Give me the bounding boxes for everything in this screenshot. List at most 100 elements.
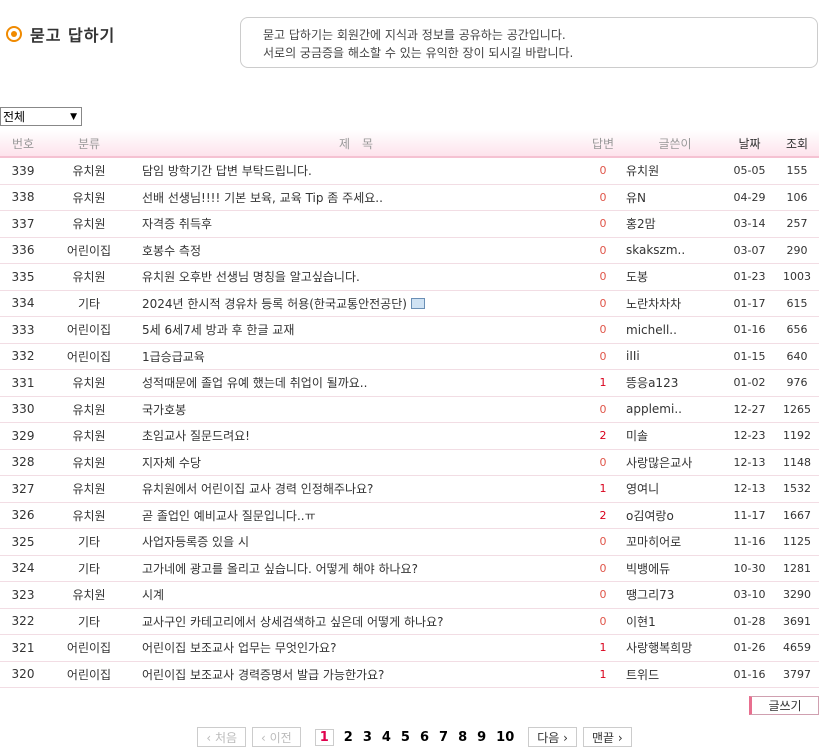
- row-views: 1003: [775, 263, 819, 291]
- row-author[interactable]: 유N: [626, 184, 724, 211]
- table-row[interactable]: 327 유치원 유치원에서 어린이집 교사 경력 인정해주나요? 1 영여니 12-13 1…: [0, 475, 819, 503]
- row-author[interactable]: 유치원: [626, 157, 724, 185]
- row-subject[interactable]: 1급승급교육: [132, 343, 580, 370]
- row-author[interactable]: michell..: [626, 316, 724, 344]
- row-subject[interactable]: 어린이집 보조교사 경력증명서 발급 가능한가요?: [132, 661, 580, 688]
- table-row[interactable]: 328 유치원 지자체 수당 0 사랑많은교사 12-13 1148: [0, 449, 819, 476]
- row-category: 기타: [46, 290, 132, 317]
- row-subject[interactable]: 선배 선생님!!!! 기본 보육, 교육 Tip 좀 주세요..: [132, 184, 580, 211]
- row-subject[interactable]: 국가호봉: [132, 396, 580, 423]
- table-row[interactable]: 334 기타 2024년 한시적 경유차 등록 허용(한국교통안전공단) 0 노란차차차…: [0, 290, 819, 317]
- row-no: 321: [0, 634, 46, 662]
- row-date-text: 01-16: [733, 323, 766, 337]
- row-subject[interactable]: 사업자등록증 있을 시: [132, 528, 580, 556]
- row-subject[interactable]: 고가네에 광고를 올리고 싶습니다. 어떻게 해야 하나요?: [132, 555, 580, 582]
- row-subject[interactable]: 2024년 한시적 경유차 등록 허용(한국교통안전공단): [132, 290, 580, 317]
- table-row[interactable]: 323 유치원 시계 0 땡그리73 03-10 3290: [0, 581, 819, 609]
- row-author[interactable]: 영여니: [626, 475, 724, 503]
- row-author[interactable]: 노란차차차: [626, 290, 724, 317]
- row-category: 어린이집: [46, 316, 132, 344]
- row-subject[interactable]: 유치원 오후반 선생님 명칭을 알고싶습니다.: [132, 263, 580, 291]
- row-views: 155: [775, 157, 819, 185]
- row-category-text: 유치원: [72, 508, 106, 523]
- row-subject-text: 유치원에서 어린이집 교사 경력 인정해주나요?: [142, 482, 374, 497]
- row-author[interactable]: o김여랑o: [626, 502, 724, 529]
- row-category: 기타: [46, 555, 132, 582]
- row-author[interactable]: 트위드: [626, 661, 724, 688]
- row-date: 12-27: [724, 396, 775, 423]
- table-row[interactable]: 332 어린이집 1급승급교육 0 iIIi 01-15 640: [0, 343, 819, 370]
- table-row[interactable]: 321 어린이집 어린이집 보조교사 업무는 무엇인가요? 1 사랑행복희망 01-26 4…: [0, 634, 819, 662]
- table-row[interactable]: 339 유치원 담임 방학기간 답변 부탁드립니다. 0 유치원 05-05 155: [0, 157, 819, 185]
- row-subject[interactable]: 어린이집 보조교사 업무는 무엇인가요?: [132, 634, 580, 662]
- col-subject: 제 목: [132, 130, 580, 158]
- table-row[interactable]: 324 기타 고가네에 광고를 올리고 싶습니다. 어떻게 해야 하나요? 0 빅뱅에듀…: [0, 555, 819, 582]
- table-row[interactable]: 322 기타 교사구인 카테고리에서 상세검색하고 싶은데 어떻게 하나요? 0 이현1…: [0, 608, 819, 635]
- table-row[interactable]: 338 유치원 선배 선생님!!!! 기본 보육, 교육 Tip 좀 주세요.. 0 유…: [0, 184, 819, 211]
- row-views: 615: [775, 290, 819, 317]
- row-answers-text: 0: [599, 349, 607, 363]
- row-author[interactable]: 빅뱅에듀: [626, 555, 724, 582]
- write-button[interactable]: 글쓰기: [749, 696, 819, 715]
- page-number-10[interactable]: 10: [496, 730, 514, 745]
- page-title: 묻고 답하기: [6, 22, 115, 46]
- row-author[interactable]: 도봉: [626, 263, 724, 291]
- row-subject[interactable]: 교사구인 카테고리에서 상세검색하고 싶은데 어떻게 하나요?: [132, 608, 580, 635]
- last-page-button[interactable]: 맨끝 ›: [582, 727, 632, 747]
- table-row[interactable]: 320 어린이집 어린이집 보조교사 경력증명서 발급 가능한가요? 1 트위드 01-1…: [0, 661, 819, 688]
- col-author: 글쓴이: [626, 130, 724, 158]
- category-filter-select[interactable]: 전체 ▼: [0, 107, 82, 126]
- page-number-2[interactable]: 2: [344, 730, 353, 745]
- row-subject[interactable]: 성적때문에 졸업 유예 했는데 취업이 될까요..: [132, 369, 580, 397]
- row-author[interactable]: 사랑행복희망: [626, 634, 724, 662]
- row-date-text: 01-26: [733, 641, 766, 655]
- row-author[interactable]: 이현1: [626, 608, 724, 635]
- table-row[interactable]: 333 어린이집 5세 6세7세 방과 후 한글 교재 0 michell.. 01-16…: [0, 316, 819, 344]
- next-page-button[interactable]: 다음 ›: [528, 727, 577, 747]
- row-author[interactable]: 미솔: [626, 422, 724, 450]
- page-number-9[interactable]: 9: [477, 730, 486, 745]
- row-category: 유치원: [46, 396, 132, 423]
- table-row[interactable]: 330 유치원 국가호봉 0 applemi.. 12-27 1265: [0, 396, 819, 423]
- row-subject[interactable]: 지자체 수당: [132, 449, 580, 476]
- page-number-3[interactable]: 3: [363, 730, 372, 745]
- row-date: 01-28: [724, 608, 775, 635]
- page-number-7[interactable]: 7: [439, 730, 448, 745]
- row-subject[interactable]: 시계: [132, 581, 580, 609]
- prev-page-button[interactable]: ‹ 이전: [252, 727, 301, 747]
- row-author[interactable]: applemi..: [626, 396, 724, 423]
- table-row[interactable]: 329 유치원 초임교사 질문드려요! 2 미솔 12-23 1192: [0, 422, 819, 450]
- row-author-text: 노란차차차: [626, 296, 682, 311]
- table-row[interactable]: 336 어린이집 호봉수 측정 0 skakszm.. 03-07 290: [0, 237, 819, 264]
- row-subject[interactable]: 유치원에서 어린이집 교사 경력 인정해주나요?: [132, 475, 580, 503]
- row-author[interactable]: 사랑많은교사: [626, 449, 724, 476]
- row-author[interactable]: skakszm..: [626, 237, 724, 264]
- row-answers: 2: [580, 502, 626, 529]
- table-row[interactable]: 331 유치원 성적때문에 졸업 유예 했는데 취업이 될까요.. 1 뜽응a123 01…: [0, 369, 819, 397]
- row-answers: 1: [580, 475, 626, 503]
- table-row[interactable]: 337 유치원 자격증 취득후 0 홍2맘 03-14 257: [0, 210, 819, 238]
- row-date-text: 03-14: [733, 217, 766, 231]
- row-author[interactable]: 땡그리73: [626, 581, 724, 609]
- row-author[interactable]: 홍2맘: [626, 210, 724, 238]
- row-subject[interactable]: 담임 방학기간 답변 부탁드립니다.: [132, 157, 580, 185]
- row-subject[interactable]: 곧 졸업인 예비교사 질문입니다..ㅠ: [132, 502, 580, 529]
- page-number-6[interactable]: 6: [420, 730, 429, 745]
- page-number-8[interactable]: 8: [458, 730, 467, 745]
- row-author[interactable]: 꼬마히어로: [626, 528, 724, 556]
- row-date-text: 01-17: [733, 296, 766, 310]
- row-subject[interactable]: 5세 6세7세 방과 후 한글 교재: [132, 316, 580, 344]
- table-row[interactable]: 325 기타 사업자등록증 있을 시 0 꼬마히어로 11-16 1125: [0, 528, 819, 556]
- page-number-5[interactable]: 5: [401, 730, 410, 745]
- first-page-button[interactable]: ‹ 처음: [197, 727, 247, 747]
- row-subject[interactable]: 자격증 취득후: [132, 210, 580, 238]
- row-subject[interactable]: 초임교사 질문드려요!: [132, 422, 580, 450]
- row-answers: 0: [580, 528, 626, 556]
- table-row[interactable]: 335 유치원 유치원 오후반 선생님 명칭을 알고싶습니다. 0 도봉 01-23 100…: [0, 263, 819, 291]
- row-author[interactable]: 뜽응a123: [626, 369, 724, 397]
- row-subject[interactable]: 호봉수 측정: [132, 237, 580, 264]
- row-author[interactable]: iIIi: [626, 343, 724, 370]
- page-number-4[interactable]: 4: [382, 730, 391, 745]
- table-row[interactable]: 326 유치원 곧 졸업인 예비교사 질문입니다..ㅠ 2 o김여랑o 11-17 1667: [0, 502, 819, 529]
- page-number-1[interactable]: 1: [314, 728, 334, 746]
